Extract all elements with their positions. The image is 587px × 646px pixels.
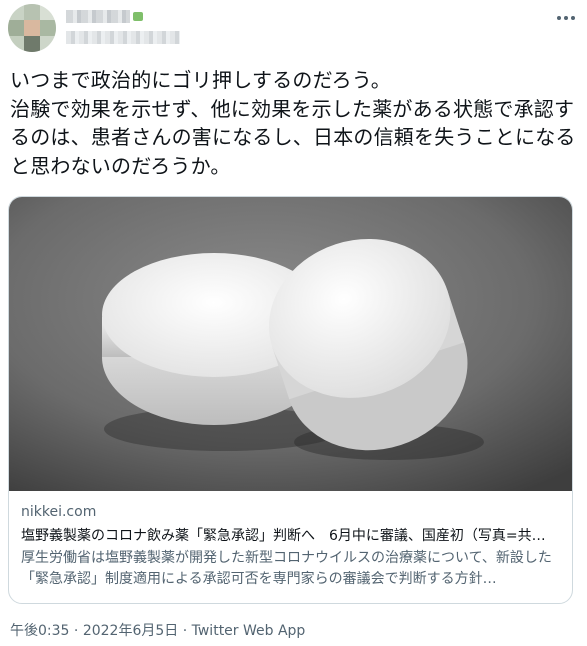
card-title: 塩野義製薬のコロナ飲み薬「緊急承認」判断へ 6月中に審議、国産初（写真=共…	[21, 528, 546, 544]
card-image	[9, 197, 572, 491]
tweet-text: いつまで政治的にゴリ押しするのだろう。 治験で効果を示せず、他に効果を示した薬が…	[10, 68, 576, 178]
author-name[interactable]	[66, 10, 130, 23]
card-description: 厚生労働省は塩野義製薬が開発した新型コロナウイルスの治療薬について、新設した「緊…	[21, 550, 552, 587]
link-preview-card[interactable]: nikkei.com 塩野義製薬のコロナ飲み薬「緊急承認」判断へ 6月中に審議、…	[8, 196, 573, 604]
card-domain: nikkei.com	[21, 504, 97, 520]
tweet-metadata: 午後0:35 · 2022年6月5日 · Twitter Web App	[10, 620, 305, 640]
meta-separator: ·	[69, 623, 83, 639]
meta-separator: ·	[178, 623, 192, 639]
tweet-source[interactable]: Twitter Web App	[192, 623, 306, 639]
tweet-date[interactable]: 2022年6月5日	[83, 623, 178, 639]
author-avatar[interactable]	[8, 4, 56, 52]
verified-badge-icon	[133, 12, 143, 21]
author-handle[interactable]	[66, 31, 180, 44]
tweet-time[interactable]: 午後0:35	[10, 623, 69, 639]
more-horizontal-icon[interactable]	[554, 8, 578, 28]
